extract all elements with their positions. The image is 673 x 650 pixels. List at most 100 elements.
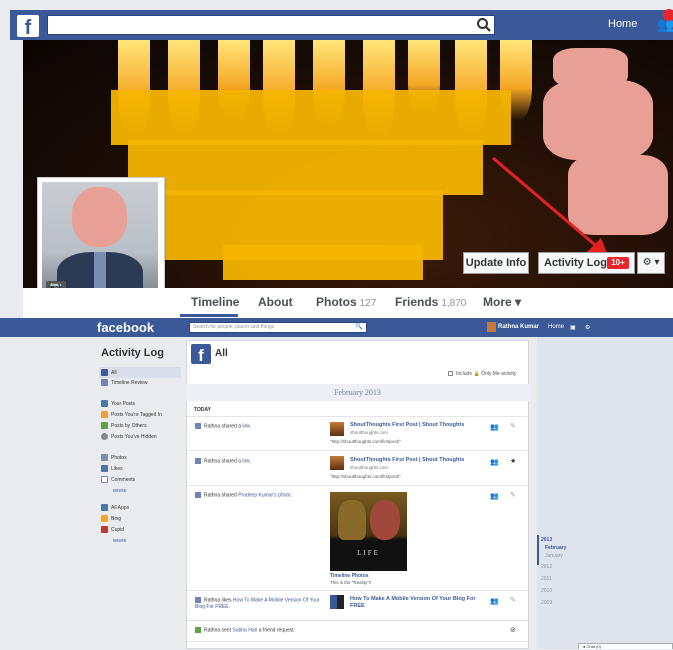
audience-icon[interactable]: 👥 <box>490 492 499 500</box>
post-url: "http://shoutthoughts.com/firstpost/" <box>330 474 401 479</box>
edit-pencil-icon[interactable]: ✎ <box>510 596 516 604</box>
photo-album-title[interactable]: Timeline Photos <box>330 573 369 579</box>
activity-count-badge: 10+ <box>607 257 629 269</box>
story-link[interactable]: link <box>242 423 250 429</box>
month-header: February 2013 <box>334 388 381 397</box>
cupid-icon <box>101 526 108 534</box>
photo-lion <box>338 500 366 540</box>
divider <box>187 416 528 417</box>
sidebar-item-likes[interactable]: Likes <box>101 464 181 474</box>
facebook-wordmark[interactable]: facebook <box>97 320 154 335</box>
year-scrubber-indicator <box>537 535 539 565</box>
divider <box>187 450 528 451</box>
share-icon <box>195 458 201 464</box>
facebook-icon: f <box>191 344 211 365</box>
list-item: Rathna sent Subha Hari a friend request. <box>195 627 295 633</box>
gear-icon[interactable]: ⚙ <box>585 324 590 331</box>
friend-request-icon <box>195 627 201 633</box>
photo-icon <box>101 454 108 462</box>
year-link[interactable]: 2010 <box>541 588 552 594</box>
home-link[interactable]: Home <box>608 18 637 30</box>
notification-dot <box>663 9 673 21</box>
share-icon <box>195 492 201 498</box>
photo-text: LIFE <box>357 549 380 557</box>
right-column <box>537 337 673 649</box>
hidden-icon <box>101 433 108 441</box>
link-thumbnail[interactable] <box>330 422 344 436</box>
list-item: Rathna shared Pradeep Kumar's photo. <box>195 492 292 498</box>
year-link[interactable]: 2012 <box>541 564 552 570</box>
month-link[interactable]: January <box>545 553 563 559</box>
sidebar-item-comments[interactable]: Comments <box>101 475 181 485</box>
list-item: Rathna likes How To Make A Mobile Versio… <box>195 597 320 611</box>
block-icon[interactable]: ⊘ <box>510 626 516 634</box>
sidebar-item-timeline-review[interactable]: Timeline Review <box>101 378 181 388</box>
photo-caption: This is the "Reality"!! <box>330 580 372 585</box>
tab-friends[interactable]: Friends 1,870 <box>395 295 466 309</box>
post-title[interactable]: ShoutThoughts First Post | Shout Thought… <box>350 457 464 463</box>
divider <box>187 485 528 486</box>
update-info-button[interactable]: Update Info <box>463 252 529 274</box>
year-link[interactable]: 2011 <box>541 576 552 582</box>
sidebar-item-hidden[interactable]: Posts You've Hidden <box>101 432 181 442</box>
post-title[interactable]: ShoutThoughts First Post | Shout Thought… <box>350 422 464 428</box>
sidebar-item-all[interactable]: All <box>101 368 181 378</box>
month-link[interactable]: February <box>545 545 566 551</box>
divider <box>187 641 528 642</box>
link-thumbnail[interactable] <box>330 595 344 609</box>
bing-icon <box>101 515 108 523</box>
sidebar-item-bing[interactable]: Bing <box>101 514 181 524</box>
user-name-link[interactable]: Rathna Kumar <box>498 324 539 330</box>
story-link[interactable]: Subha Hari <box>232 627 257 633</box>
post-url: "http://shoutthoughts.com/firstpost/" <box>330 439 401 444</box>
tag-icon <box>101 411 108 419</box>
post-site: shoutthoughts.com <box>350 430 389 435</box>
review-icon <box>101 379 108 387</box>
divider <box>187 620 528 621</box>
audience-icon[interactable]: 👥 <box>490 458 499 466</box>
sidebar-item-your-posts[interactable]: Your Posts <box>101 399 181 409</box>
search-input[interactable] <box>47 15 495 35</box>
link-thumbnail[interactable] <box>330 456 344 470</box>
audience-icon[interactable]: 👥 <box>490 597 499 605</box>
sidebar-item-cupid[interactable]: Cupid <box>101 525 181 535</box>
sidebar-item-tagged[interactable]: Posts You're Tagged In <box>101 410 181 420</box>
divider <box>187 590 528 591</box>
user-icon <box>101 400 108 408</box>
year-link[interactable]: 2009 <box>541 600 552 606</box>
friend-requests-icon[interactable]: ▣ <box>570 324 576 331</box>
tab-timeline[interactable]: Timeline <box>191 295 239 309</box>
like-icon <box>101 465 108 473</box>
only-me-checkbox[interactable] <box>448 371 453 376</box>
story-link[interactable]: link <box>242 458 250 464</box>
facebook-logo[interactable]: f <box>17 15 39 39</box>
story-link[interactable]: Pradeep Kumar's photo <box>238 492 290 498</box>
activity-search-input[interactable]: Search for people, places and things <box>189 322 367 333</box>
tab-about[interactable]: About <box>258 295 293 309</box>
tab-photos[interactable]: Photos 127 <box>316 295 376 309</box>
post-title[interactable]: How To Make A Mobile Version Of Your Blo… <box>350 596 490 610</box>
sidebar-item-photos[interactable]: Photos <box>101 453 181 463</box>
chat-tab[interactable]: ● Chat (0) <box>578 643 673 649</box>
search-icon[interactable]: 🔍 <box>355 323 362 330</box>
more-link[interactable]: MORE <box>113 488 127 493</box>
like-icon <box>195 597 201 603</box>
day-header: TODAY <box>194 407 211 413</box>
page-title: All <box>215 348 228 359</box>
edit-pencil-icon[interactable]: ✎ <box>510 422 516 430</box>
year-link[interactable]: 2013 <box>541 537 552 543</box>
home-link[interactable]: Home <box>548 324 564 330</box>
sidebar-item-posts-by-others[interactable]: Posts by Others <box>101 421 181 431</box>
audience-icon[interactable]: 👥 <box>490 423 499 431</box>
star-icon[interactable]: ★ <box>510 457 516 465</box>
avatar[interactable] <box>487 322 496 332</box>
post-site: shoutthoughts.com <box>350 465 389 470</box>
tab-more[interactable]: More ▾ <box>483 295 521 309</box>
edit-pencil-icon[interactable]: ✎ <box>510 491 516 499</box>
sidebar-item-all-apps[interactable]: All Apps <box>101 503 181 513</box>
sidebar-title: Activity Log <box>101 347 164 359</box>
gear-icon[interactable]: ⚙ ▾ <box>637 252 665 274</box>
more-link[interactable]: MORE <box>113 538 127 543</box>
search-icon[interactable] <box>476 17 492 33</box>
facebook-icon <box>101 369 108 377</box>
